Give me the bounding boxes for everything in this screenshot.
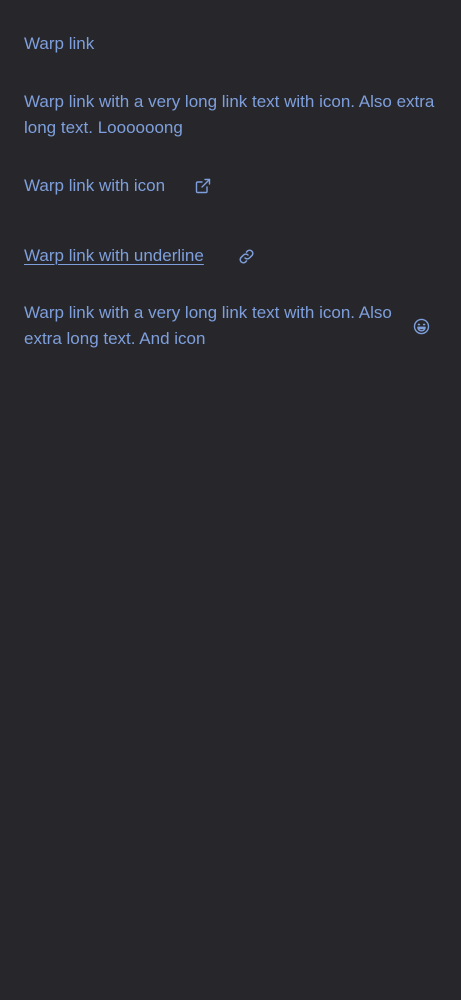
warp-link-long-with-icon[interactable]: Warp link with a very long link text wit… (24, 300, 396, 352)
warp-link-with-underline[interactable]: Warp link with underline (24, 243, 204, 269)
warp-link-long[interactable]: Warp link with a very long link text wit… (24, 89, 438, 141)
smile-icon[interactable] (413, 318, 430, 335)
warp-link-with-icon[interactable]: Warp link with icon (24, 173, 224, 199)
link-icon[interactable] (238, 248, 255, 265)
external-link-icon[interactable] (195, 178, 211, 194)
links-page: Warp link Warp link with a very long lin… (0, 0, 461, 1000)
warp-link[interactable]: Warp link (24, 31, 424, 57)
